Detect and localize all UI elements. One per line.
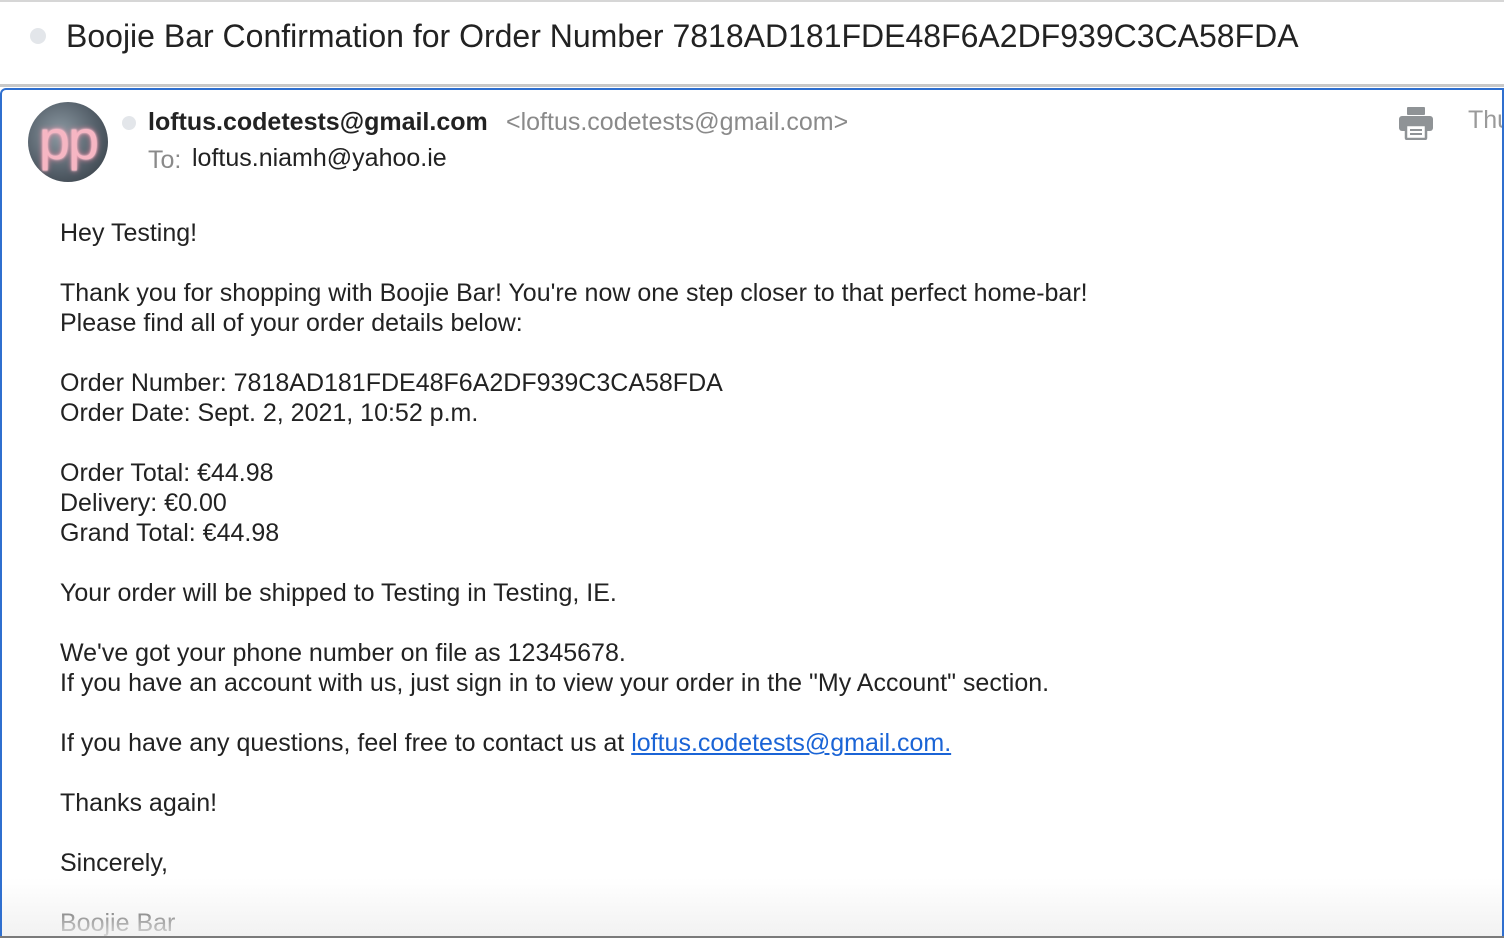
greeting: Hey Testing! [60,219,198,247]
sign-off-paragraph: Sincerely, [60,848,1480,878]
phone-line: We've got your phone number on file as 1… [60,639,626,667]
subject-divider [0,84,1504,87]
sender-name[interactable]: loftus.codetests@gmail.com [148,106,488,138]
thanks-again-paragraph: Thanks again! [60,788,1480,818]
message-panel: pp loftus.codetests@gmail.com <loftus.co… [0,88,1504,938]
details-intro: Please find all of your order details be… [60,309,523,337]
grand-total: Grand Total: €44.98 [60,519,280,547]
thanks-line: Thank you for shopping with Boojie Bar! … [60,279,1088,307]
recipient-address[interactable]: loftus.niamh@yahoo.ie [192,142,447,174]
totals-paragraph: Order Total: €44.98 Delivery: €0.00 Gran… [60,458,1480,548]
printer-icon[interactable] [1398,106,1434,140]
thanks-paragraph: Thank you for shopping with Boojie Bar! … [60,278,1480,338]
date-label: Thu [1468,106,1502,134]
account-paragraph: We've got your phone number on file as 1… [60,638,1480,698]
shipping-line: Your order will be shipped to Testing in… [60,579,617,607]
thanks-again: Thanks again! [60,789,218,817]
unread-dot-icon[interactable] [30,28,46,44]
email-subject: Boojie Bar Confirmation for Order Number… [66,18,1299,54]
signature-paragraph: Boojie Bar [60,908,1480,938]
contact-prefix: If you have any questions, feel free to … [60,729,632,757]
avatar-letters: pp [38,108,99,171]
order-total: Order Total: €44.98 [60,459,274,487]
sign-off: Sincerely, [60,849,168,877]
greeting-paragraph: Hey Testing! [60,218,1480,248]
shipping-paragraph: Your order will be shipped to Testing in… [60,578,1480,608]
sender-address[interactable]: <loftus.codetests@gmail.com> [506,106,848,138]
to-label: To: [148,146,182,174]
contact-email-link[interactable]: loftus.codetests@gmail.com. [631,729,951,757]
order-info-paragraph: Order Number: 7818AD181FDE48F6A2DF939C3C… [60,368,1480,428]
avatar[interactable]: pp [28,102,108,182]
order-date: Order Date: Sept. 2, 2021, 10:52 p.m. [60,399,479,427]
account-line: If you have an account with us, just sig… [60,669,1050,697]
delivery-cost: Delivery: €0.00 [60,489,227,517]
signature: Boojie Bar [60,909,176,937]
sender-status-dot-icon [122,116,136,130]
subject-bar: Boojie Bar Confirmation for Order Number… [0,2,1504,84]
order-number: Order Number: 7818AD181FDE48F6A2DF939C3C… [60,369,723,397]
contact-paragraph: If you have any questions, feel free to … [60,728,1480,758]
email-body: Hey Testing! Thank you for shopping with… [60,218,1480,938]
